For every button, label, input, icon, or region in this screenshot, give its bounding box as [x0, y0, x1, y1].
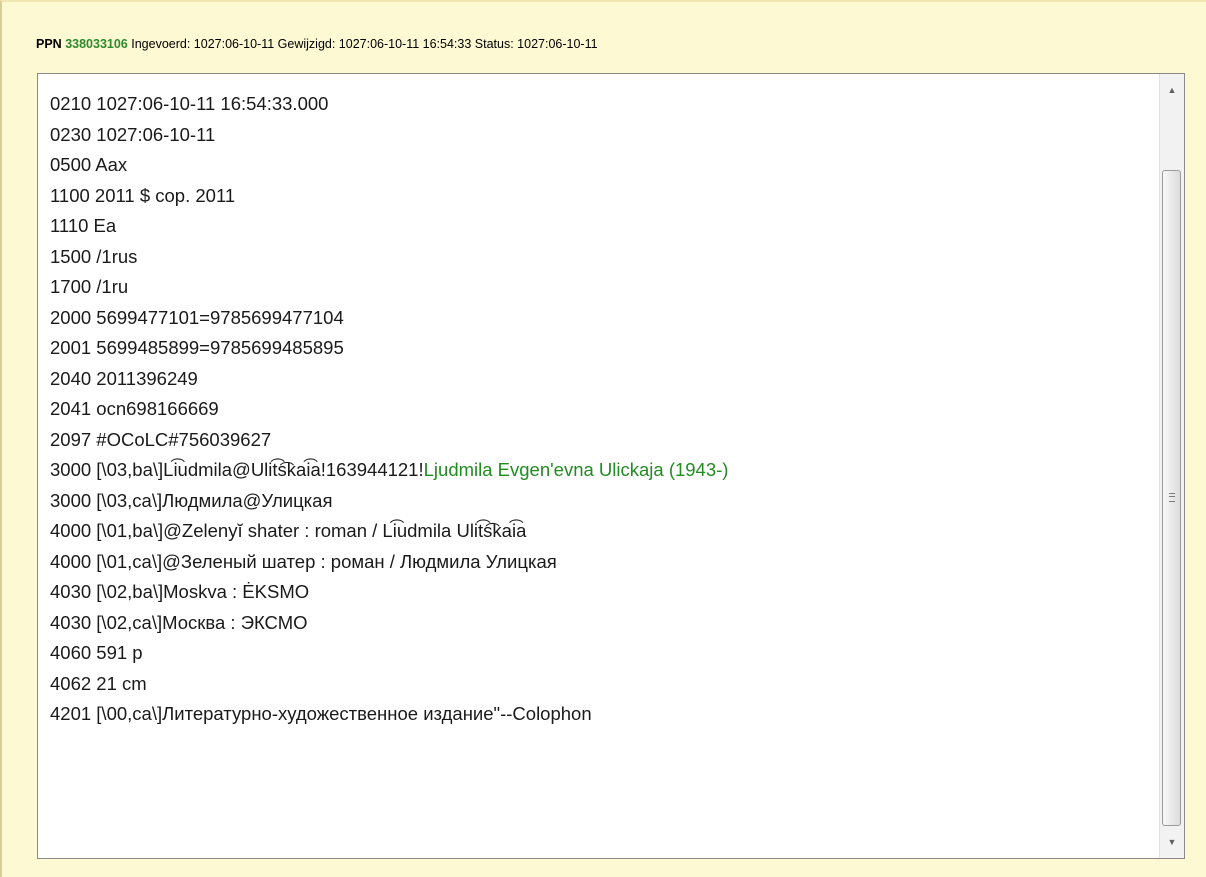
- record-lines: 0210 1027:06-10-11 16:54:33.000 0230 102…: [50, 89, 1144, 730]
- scrollbar-thumb[interactable]: [1162, 170, 1181, 826]
- record-line: 4030 [\02,ba\]Moskva : ĖKSMO: [50, 581, 310, 602]
- record-line: 4201 [\00,ca\]Литературно-художественное…: [50, 703, 592, 724]
- vertical-scrollbar[interactable]: ▲ ▼: [1159, 74, 1184, 858]
- author-authority-link[interactable]: Ljudmila Evgenʹevna Ulickaja (1943-): [424, 459, 729, 480]
- grip-lines-icon: [1169, 493, 1175, 502]
- record-line: 1700 /1ru: [50, 276, 129, 297]
- record-line: 4030 [\02,ca\]Москва : ЭКСМО: [50, 611, 308, 633]
- record-line: 2097 #OCoLC#756039627: [50, 428, 272, 450]
- record-line: 2001 5699485899=9785699485895: [50, 337, 344, 358]
- scroll-down-icon[interactable]: ▼: [1160, 830, 1184, 854]
- record-line: 2040 2011396249: [50, 367, 198, 389]
- ppn-label: PPN: [36, 37, 62, 51]
- record-line: 1500 /1rus: [50, 245, 138, 267]
- record-line: 4000 [\01,ca\]@Зеленый шатер : роман / Л…: [50, 550, 557, 572]
- record-line: 0500 Aax: [50, 154, 128, 175]
- record-line: 1100 2011 $ cop. 2011: [50, 184, 236, 206]
- scroll-up-icon[interactable]: ▲: [1160, 78, 1184, 102]
- ppn-link[interactable]: 338033106: [65, 37, 128, 51]
- record-line: 4000 [\01,ba\]@Zelenyĭ shater : roman / …: [50, 520, 527, 541]
- record-meta: Ingevoerd: 1027:06-10-11 Gewijzigd: 1027…: [131, 37, 598, 51]
- record-line: 1110 Ea: [50, 215, 117, 236]
- record-text-area[interactable]: 0210 1027:06-10-11 16:54:33.000 0230 102…: [37, 73, 1185, 859]
- author-field-text: 3000 [\03,ba\]Li͡udmila@Ulit͡s͡kai͡a!163…: [50, 459, 424, 480]
- record-line-author: 3000 [\03,ba\]Li͡udmila@Ulit͡s͡kai͡a!163…: [50, 455, 1144, 486]
- record-line: 0230 1027:06-10-11: [50, 123, 216, 145]
- record-line: 4060 591 p: [50, 642, 143, 663]
- record-line: 2041 ocn698166669: [50, 398, 219, 419]
- record-line: 2000 5699477101=9785699477104: [50, 306, 344, 328]
- record-header: PPN 338033106 Ingevoerd: 1027:06-10-11 G…: [36, 37, 598, 51]
- record-panel: PPN 338033106 Ingevoerd: 1027:06-10-11 G…: [0, 0, 1206, 877]
- record-line: 4062 21 cm: [50, 672, 147, 694]
- record-line: 0210 1027:06-10-11 16:54:33.000: [50, 93, 329, 114]
- record-line: 3000 [\03,ca\]Людмила@Улицкая: [50, 489, 333, 511]
